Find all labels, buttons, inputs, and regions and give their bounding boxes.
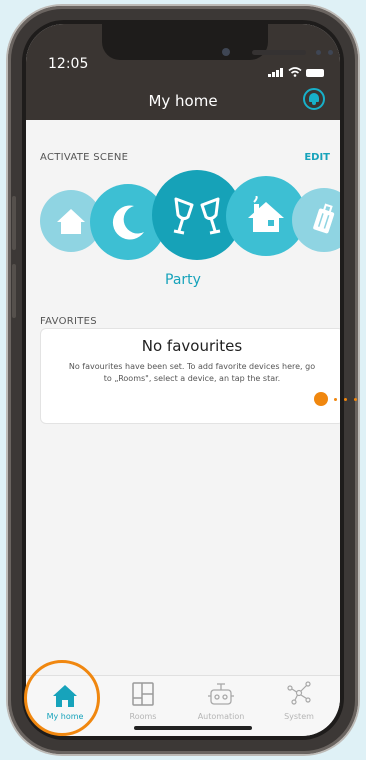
hint-trail-dot xyxy=(354,398,357,401)
battery-icon xyxy=(306,69,324,77)
sensor-dot xyxy=(328,50,333,55)
app-header: 12:05 My home xyxy=(26,24,340,120)
notifications-bell-icon[interactable] xyxy=(303,88,325,110)
notch xyxy=(102,24,333,60)
hint-dot xyxy=(314,392,328,406)
camera-icon xyxy=(222,48,230,56)
tab-system[interactable]: System xyxy=(260,676,338,736)
activate-scene-label: ACTIVATE SCENE xyxy=(40,152,129,163)
page-title: My home xyxy=(148,92,218,110)
tab-label: Rooms xyxy=(129,712,157,721)
volume-down-button xyxy=(12,264,16,318)
house-icon xyxy=(57,209,85,234)
hint-trail-dot xyxy=(344,398,347,401)
favorites-empty-card: No favourites No favourites have been se… xyxy=(40,328,340,424)
my-home-highlight-ring xyxy=(24,660,100,736)
speaker-grille xyxy=(252,50,306,55)
empty-favorites-text: No favourites have been set. To add favo… xyxy=(68,362,316,383)
signal-icon xyxy=(268,58,284,77)
empty-favorites-title: No favourites xyxy=(141,337,243,355)
luggage-icon xyxy=(313,203,335,234)
moon-icon xyxy=(112,205,144,240)
status-time: 12:05 xyxy=(48,56,89,72)
tab-label: System xyxy=(284,712,314,721)
robot-icon xyxy=(208,683,234,705)
volume-up-button xyxy=(12,196,16,250)
phone-bezel: 12:05 My home ACTIVATE SCENE EDIT Party … xyxy=(22,20,344,740)
rooms-icon xyxy=(132,682,154,706)
wifi-icon xyxy=(288,67,302,77)
hint-trail-dot xyxy=(334,398,337,401)
app-screen: 12:05 My home ACTIVATE SCENE EDIT Party … xyxy=(26,24,340,736)
glasses-icon xyxy=(173,197,221,235)
selected-scene-label: Party xyxy=(165,272,201,288)
sensor-dot xyxy=(316,50,321,55)
edit-scenes-button[interactable]: EDIT xyxy=(304,152,330,163)
network-icon xyxy=(287,681,311,705)
tab-label: Automation xyxy=(197,712,245,721)
phone-frame: 12:05 My home ACTIVATE SCENE EDIT Party … xyxy=(8,6,358,754)
favorites-label: FAVORITES xyxy=(40,316,97,327)
house-smoke-icon xyxy=(248,196,284,232)
home-indicator xyxy=(134,726,252,730)
status-icons xyxy=(268,58,324,77)
